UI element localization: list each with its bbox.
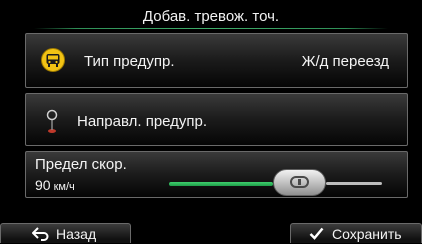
speed-limit-label: Предел скор. [35,156,127,173]
alert-type-label: Тип предупр. [84,53,175,70]
back-button[interactable]: Назад [0,223,131,243]
back-arrow-icon [32,227,49,241]
alert-direction-label: Направл. предупр. [77,113,208,130]
back-button-label: Назад [56,226,97,242]
slider-track-empty[interactable] [326,182,382,185]
railroad-crossing-icon [41,48,65,72]
save-button[interactable]: Сохранить [290,223,422,243]
speed-limit-slider-thumb[interactable] [273,169,326,196]
slider-track-filled[interactable] [169,182,273,186]
alert-direction-row[interactable]: Направл. предупр. [25,93,408,146]
speed-unit: км/ч [53,181,75,193]
slider-grip-icon [290,176,309,188]
map-pin-icon [46,109,58,133]
alert-type-row[interactable]: Тип предупр. Ж/д переезд [25,33,408,88]
save-button-label: Сохранить [332,226,402,242]
page-title: Добав. тревож. точ. [142,8,280,25]
title-divider [34,28,388,29]
speed-limit-value: 90 км/ч [35,177,75,193]
alert-type-value: Ж/д переезд [301,53,389,70]
speed-limit-row: Предел скор. 90 км/ч [25,151,408,198]
checkmark-icon [309,227,324,240]
